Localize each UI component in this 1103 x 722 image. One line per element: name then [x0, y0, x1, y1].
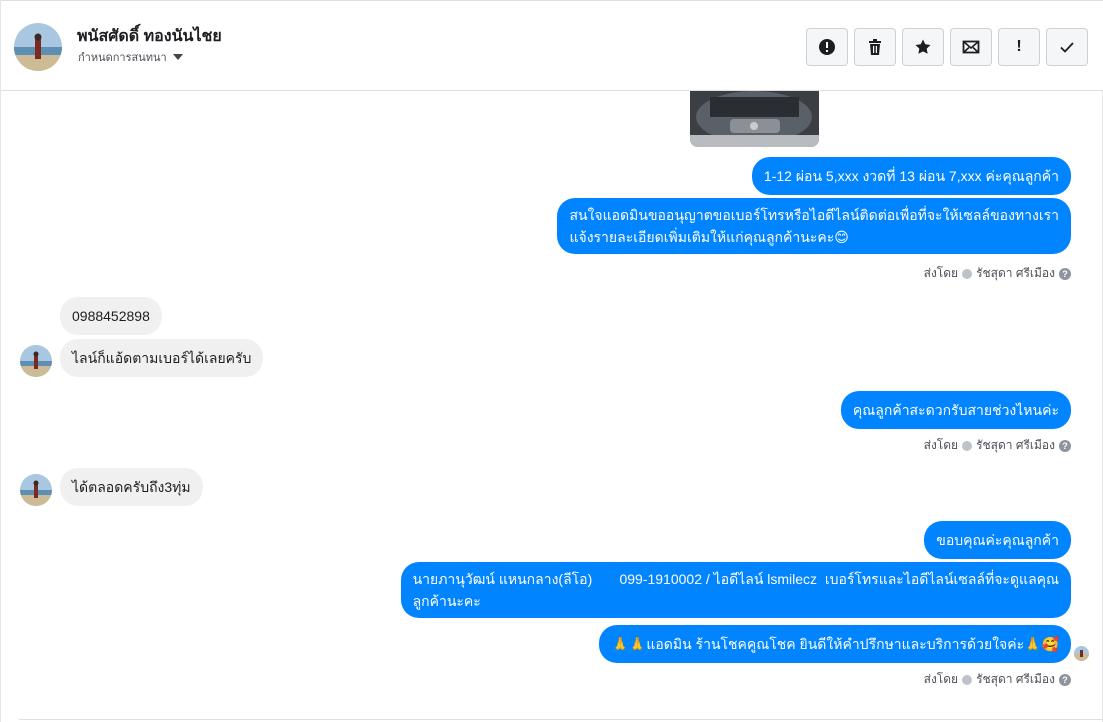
trash-icon [869, 39, 881, 55]
message-line: แจ้งรายละเอียดเพิ่มเติมให้แก่คุณลูกค้านะ… [569, 229, 849, 245]
check-icon [1060, 42, 1074, 53]
contact-avatar[interactable] [14, 23, 62, 71]
sent-by-agent[interactable]: รัชสุดา ศรีเมือง [976, 264, 1055, 283]
delete-button[interactable] [854, 28, 896, 66]
sent-by-prefix: ส่งโดย [923, 266, 959, 280]
sent-by-info: ส่งโดย รัชสุดา ศรีเมือง ? [924, 264, 1071, 283]
outgoing-message[interactable]: 🙏🙏แอดมิน ร้านโชคคูณโชค ยินดีให้คำปรึกษาแ… [599, 625, 1071, 663]
message-row: ได้ตลอดครับถึง3ทุ่ม [60, 468, 203, 506]
star-button[interactable] [902, 28, 944, 66]
outgoing-message[interactable]: นายภานุวัฒน์ แหนกลาง(ลีโอ) 099-1910002 /… [400, 562, 1071, 618]
star-icon [915, 39, 931, 54]
sent-by-prefix: ส่งโดย [923, 672, 959, 686]
conversation-settings-dropdown[interactable]: กำหนดการสนทนา [78, 48, 183, 66]
message-line: สนใจแอดมินขออนุญาตขอเบอร์โทรหรือไอดีไลน์… [569, 207, 1059, 223]
check-circle-icon [962, 440, 973, 451]
message-row: 🙏🙏แอดมิน ร้านโชคคูณโชค ยินดีให้คำปรึกษาแ… [599, 625, 1071, 663]
incoming-message[interactable]: ได้ตลอดครับถึง3ทุ่ม [60, 468, 203, 506]
sent-by-agent[interactable]: รัชสุดา ศรีเมือง [976, 670, 1055, 689]
help-icon[interactable]: ? [1059, 673, 1071, 686]
message-row: คุณลูกค้าสะดวกรับสายช่วงไหนค่ะ [840, 391, 1071, 429]
message-row: นายภานุวัฒน์ แหนกลาง(ลีโอ) 099-1910002 /… [400, 562, 1071, 618]
message-row: 1-12 ผ่อน 5,xxx งวดที่ 13 ผ่อน 7,xxx ค่ะ… [751, 157, 1071, 195]
contact-name[interactable]: พนัสศัดดิ์ ทองนันไชย [77, 24, 222, 49]
outgoing-message[interactable]: ขอบคุณค่ะคุณลูกค้า [924, 521, 1071, 559]
message-row: สนใจแอดมินขออนุญาตขอเบอร์โทรหรือไอดีไลน์… [557, 198, 1071, 254]
messenger-app: พนัสศัดดิ์ ทองนันไชย กำหนดการสนทนา ! 1-1… [0, 0, 1103, 722]
report-icon [819, 39, 835, 55]
message-row: 0988452898 [60, 297, 162, 335]
outgoing-message[interactable]: คุณลูกค้าสะดวกรับสายช่วงไหนค่ะ [840, 391, 1071, 429]
message-row: ไลน์ก็แอ้ดตามเบอร์ได้เลยครับ [60, 339, 264, 377]
sent-by-info: ส่งโดย รัชสุดา ศรีเมือง ? [924, 670, 1071, 689]
check-circle-icon [962, 674, 973, 685]
help-icon[interactable]: ? [1059, 439, 1071, 452]
caret-down-icon [172, 54, 183, 60]
help-icon[interactable]: ? [1059, 267, 1071, 280]
action-toolbar: ! [806, 28, 1088, 66]
message-row: ขอบคุณค่ะคุณลูกค้า [924, 521, 1071, 559]
sent-by-info: ส่งโดย รัชสุดา ศรีเมือง ? [924, 436, 1071, 455]
conversation-header: พนัสศัดดิ์ ทองนันไชย กำหนดการสนทนา ! [1, 0, 1103, 91]
exclamation-icon: ! [1016, 38, 1022, 55]
message-thread[interactable]: 1-12 ผ่อน 5,xxx งวดที่ 13 ผ่อน 7,xxx ค่ะ… [1, 91, 1103, 722]
contact-avatar-small[interactable] [20, 474, 52, 506]
seen-avatar [1074, 646, 1089, 661]
outgoing-message[interactable]: 1-12 ผ่อน 5,xxx งวดที่ 13 ผ่อน 7,xxx ค่ะ… [751, 157, 1071, 195]
outgoing-message[interactable]: สนใจแอดมินขออนุญาตขอเบอร์โทรหรือไอดีไลน์… [557, 198, 1071, 254]
envelope-icon [962, 40, 980, 54]
sent-by-prefix: ส่งโดย [923, 438, 959, 452]
message-line: นายภานุวัฒน์ แหนกลาง(ลีโอ) 099-1910002 /… [412, 571, 1059, 587]
mark-done-button[interactable] [1046, 28, 1088, 66]
message-line: ลูกค้านะคะ [412, 593, 481, 609]
conversation-settings-label: กำหนดการสนทนา [78, 52, 167, 64]
incoming-message[interactable]: 0988452898 [60, 297, 162, 335]
mark-unread-button[interactable] [950, 28, 992, 66]
incoming-message[interactable]: ไลน์ก็แอ้ดตามเบอร์ได้เลยครับ [60, 339, 264, 377]
spam-button[interactable]: ! [998, 28, 1040, 66]
report-button[interactable] [806, 28, 848, 66]
car-photo-attachment[interactable] [690, 91, 819, 147]
contact-avatar-small[interactable] [20, 345, 52, 377]
sent-by-agent[interactable]: รัชสุดา ศรีเมือง [976, 436, 1055, 455]
check-circle-icon [962, 268, 973, 279]
